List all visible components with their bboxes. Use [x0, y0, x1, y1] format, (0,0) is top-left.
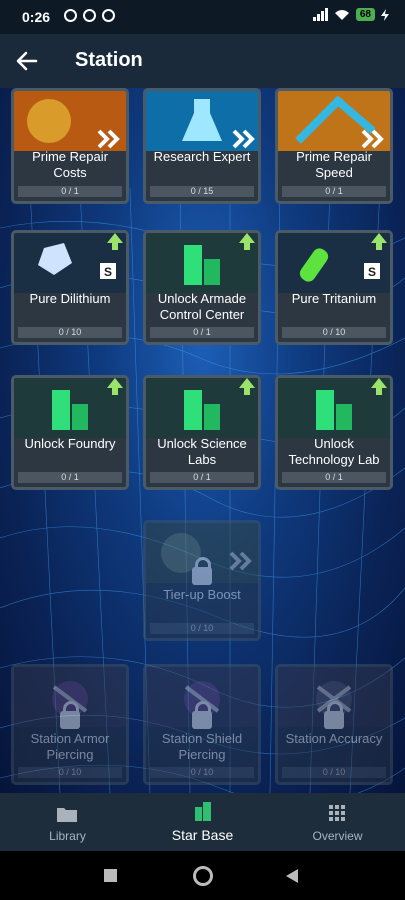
- card-label: Unlock Technology Lab: [288, 436, 380, 467]
- card-label: Unlock Science Labs: [157, 436, 247, 467]
- app-bar: Station: [0, 34, 405, 88]
- bottom-navigation: Library Star Base Overview: [0, 793, 405, 851]
- research-card-research-expert[interactable]: Research Expert 0 / 15: [143, 88, 261, 204]
- card-label: Pure Tritanium: [291, 291, 377, 306]
- chevron-art: [14, 91, 126, 151]
- research-tree[interactable]: Prime Repair Costs 0 / 1 Research Expert…: [0, 88, 405, 793]
- research-card-unlock-science-labs[interactable]: Unlock Science Labs 0 / 1: [143, 375, 261, 490]
- card-progress: 0 / 10: [282, 327, 386, 338]
- research-card-station-accuracy[interactable]: Station Accuracy 0 / 10: [275, 664, 393, 785]
- research-card-pure-dilithium[interactable]: S Pure Dilithium 0 / 10: [11, 230, 129, 345]
- card-progress: 0 / 1: [18, 186, 122, 197]
- system-navigation-bar: [0, 851, 405, 900]
- research-card-prime-repair-costs[interactable]: Prime Repair Costs 0 / 1: [11, 88, 129, 204]
- alarm-icon: [83, 9, 96, 22]
- upgrade-arrow-icon: [239, 233, 255, 250]
- chevron-art: [278, 91, 390, 151]
- nav-label: Overview: [312, 829, 363, 843]
- nav-overview[interactable]: Overview: [270, 793, 405, 851]
- upgrade-arrow-icon: [107, 233, 123, 250]
- svg-text:S: S: [368, 265, 376, 279]
- mute-icon: [64, 9, 77, 22]
- card-progress: 0 / 10: [150, 767, 254, 778]
- nav-label: Library: [49, 829, 86, 843]
- upgrade-arrow-icon: [371, 233, 387, 250]
- cell-signal-icon: [312, 8, 328, 21]
- nav-star-base[interactable]: Star Base: [135, 793, 270, 851]
- card-progress: 0 / 10: [18, 767, 122, 778]
- card-label: Research Expert: [153, 149, 251, 164]
- upgrade-arrow-icon: [239, 378, 255, 395]
- research-card-station-shield-piercing[interactable]: Station Shield Piercing 0 / 10: [143, 664, 261, 785]
- card-label: Prime Repair Costs: [32, 149, 108, 180]
- card-progress: 0 / 10: [282, 767, 386, 778]
- recents-button[interactable]: [104, 869, 117, 882]
- card-label: Station Accuracy: [285, 731, 383, 746]
- card-progress: 0 / 10: [150, 623, 254, 634]
- status-bar: 0:26 68: [0, 0, 405, 34]
- research-card-unlock-armade-control-center[interactable]: Unlock Armade Control Center 0 / 1: [143, 230, 261, 345]
- card-label: Station Shield Piercing: [161, 731, 243, 762]
- research-card-unlock-technology-lab[interactable]: Unlock Technology Lab 0 / 1: [275, 375, 393, 490]
- app-notification-icon: [102, 9, 115, 22]
- lock-icon: [324, 701, 344, 729]
- research-card-station-armor-piercing[interactable]: Station Armor Piercing 0 / 10: [11, 664, 129, 785]
- research-card-pure-tritanium[interactable]: S Pure Tritanium 0 / 10: [275, 230, 393, 345]
- nav-label: Star Base: [171, 827, 234, 843]
- home-button[interactable]: [193, 866, 213, 886]
- back-button[interactable]: [12, 47, 42, 75]
- upgrade-arrow-icon: [371, 378, 387, 395]
- card-progress: 0 / 15: [150, 186, 254, 197]
- lock-icon: [192, 557, 212, 585]
- card-progress: 0 / 10: [18, 327, 122, 338]
- status-notification-icons: [64, 9, 115, 22]
- card-progress: 0 / 1: [150, 472, 254, 483]
- svg-text:S: S: [104, 265, 112, 279]
- flask-art: [146, 91, 258, 151]
- research-card-prime-repair-speed[interactable]: Prime Repair Speed 0 / 1: [275, 88, 393, 204]
- lock-icon: [192, 701, 212, 729]
- nav-library[interactable]: Library: [0, 793, 135, 851]
- status-time: 0:26: [22, 9, 51, 25]
- grid-icon: [329, 805, 345, 821]
- research-card-unlock-foundry[interactable]: Unlock Foundry 0 / 1: [11, 375, 129, 490]
- building-icon: [195, 802, 211, 821]
- upgrade-arrow-icon: [107, 378, 123, 395]
- card-label: Pure Dilithium: [29, 291, 111, 306]
- card-label: Station Armor Piercing: [30, 731, 110, 762]
- folder-icon: [57, 808, 77, 822]
- research-card-tier-up-boost[interactable]: Tier-up Boost 0 / 10: [143, 520, 261, 641]
- card-label: Unlock Foundry: [24, 436, 116, 451]
- arrow-left-icon: [16, 51, 38, 71]
- card-label: Unlock Armade Control Center: [157, 291, 247, 322]
- card-progress: 0 / 1: [18, 472, 122, 483]
- lock-icon: [60, 701, 80, 729]
- charging-icon: [381, 8, 389, 21]
- wifi-icon: [334, 9, 349, 20]
- card-progress: 0 / 1: [282, 472, 386, 483]
- card-label: Prime Repair Speed: [296, 149, 372, 180]
- battery-indicator: 68: [355, 8, 375, 21]
- card-label: Tier-up Boost: [163, 587, 241, 602]
- back-triangle-icon[interactable]: [285, 868, 299, 884]
- page-title: Station: [75, 49, 143, 71]
- card-progress: 0 / 1: [282, 186, 386, 197]
- card-progress: 0 / 1: [150, 327, 254, 338]
